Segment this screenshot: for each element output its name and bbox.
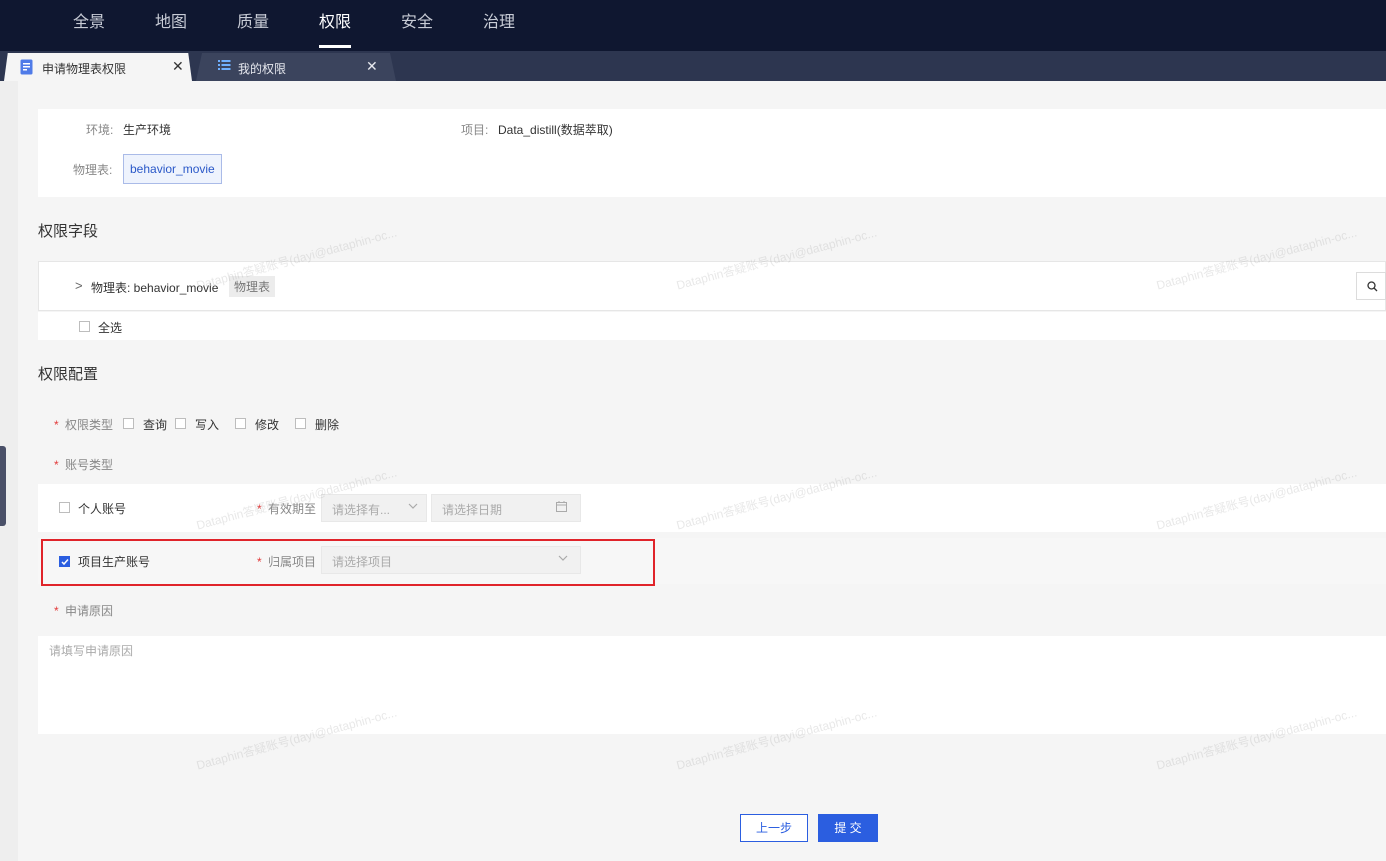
- perm-write-label: 写入: [195, 418, 220, 432]
- personal-account-row: 个人账号 * 有效期至 请选择有... 请选择日期: [38, 484, 1386, 532]
- top-nav: 全景 地图 质量 权限 安全 治理: [0, 0, 1386, 51]
- table-tree-node[interactable]: 物理表: behavior_movie: [91, 279, 218, 296]
- valid-until-label: 有效期至: [268, 502, 317, 516]
- nav-item-quality[interactable]: 质量: [237, 8, 269, 32]
- nav-item-governance[interactable]: 治理: [483, 8, 515, 32]
- perm-delete-label: 删除: [315, 418, 340, 432]
- perm-query-checkbox[interactable]: [123, 418, 134, 429]
- reason-label: 申请原因: [65, 604, 114, 618]
- reason-textarea[interactable]: 请填写申请原因: [38, 636, 1386, 734]
- project-label: 项目:: [461, 123, 489, 137]
- required-mark: *: [54, 458, 59, 472]
- search-button[interactable]: [1356, 272, 1386, 300]
- select-all-checkbox[interactable]: [79, 321, 90, 332]
- perm-delete-checkbox[interactable]: [295, 418, 306, 429]
- tab-label: 申请物理表权限: [42, 62, 127, 76]
- required-mark: *: [54, 418, 59, 432]
- personal-account-label: 个人账号: [78, 502, 127, 516]
- nav-item-permission[interactable]: 权限: [319, 8, 351, 32]
- document-icon: [20, 59, 33, 78]
- required-mark: *: [54, 604, 59, 618]
- reason-placeholder: 请填写申请原因: [49, 644, 134, 658]
- close-icon[interactable]: ✕: [366, 58, 378, 75]
- date-picker[interactable]: 请选择日期: [431, 494, 581, 522]
- project-value: Data_distill(数据萃取): [498, 123, 613, 137]
- valid-period-placeholder: 请选择有...: [332, 503, 391, 517]
- perm-write-checkbox[interactable]: [175, 418, 186, 429]
- date-placeholder: 请选择日期: [442, 503, 503, 517]
- section-title-config: 权限配置: [38, 366, 99, 383]
- search-icon: [1367, 281, 1378, 292]
- valid-period-select[interactable]: 请选择有...: [321, 494, 427, 522]
- calendar-icon: [556, 501, 567, 515]
- nav-active-underline: [319, 45, 351, 48]
- env-value: 生产环境: [123, 123, 172, 137]
- nav-item-map[interactable]: 地图: [155, 8, 187, 32]
- env-label: 环境:: [86, 123, 114, 137]
- chevron-down-icon: [408, 500, 418, 514]
- section-title-fields: 权限字段: [38, 223, 99, 240]
- perm-query-label: 查询: [143, 418, 168, 432]
- table-label: 物理表:: [73, 163, 113, 177]
- perm-modify-label: 修改: [255, 418, 280, 432]
- perm-modify-checkbox[interactable]: [235, 418, 246, 429]
- table-type-tag: 物理表: [229, 276, 276, 297]
- chevron-right-icon[interactable]: >: [75, 278, 83, 293]
- submit-button[interactable]: 提 交: [818, 814, 878, 842]
- sidebar-toggle-handle[interactable]: [0, 446, 6, 526]
- select-all-row: 全选: [38, 312, 1386, 340]
- tab-my-permissions[interactable]: 我的权限 ✕: [196, 53, 396, 81]
- list-icon: [218, 59, 231, 74]
- select-all-label: 全选: [98, 321, 123, 335]
- account-type-label: 账号类型: [65, 458, 114, 472]
- prev-step-button[interactable]: 上一步: [740, 814, 808, 842]
- field-tree-panel: > 物理表: behavior_movie 物理表: [38, 261, 1386, 311]
- nav-item-security[interactable]: 安全: [401, 8, 433, 32]
- close-icon[interactable]: ✕: [172, 58, 184, 75]
- personal-account-checkbox[interactable]: [59, 502, 70, 513]
- required-mark: *: [257, 502, 262, 516]
- perm-type-label: 权限类型: [65, 418, 114, 432]
- nav-item-overview[interactable]: 全景: [73, 8, 105, 32]
- tab-apply-table-permission[interactable]: 申请物理表权限 ✕: [4, 53, 192, 81]
- tab-label: 我的权限: [238, 62, 287, 76]
- info-panel: 环境: 生产环境 项目: Data_distill(数据萃取) 物理表: beh…: [38, 109, 1386, 197]
- tab-bar: 申请物理表权限 ✕ 我的权限 ✕: [0, 51, 1386, 81]
- highlight-box: [41, 539, 655, 586]
- table-chip: behavior_movie: [123, 154, 222, 184]
